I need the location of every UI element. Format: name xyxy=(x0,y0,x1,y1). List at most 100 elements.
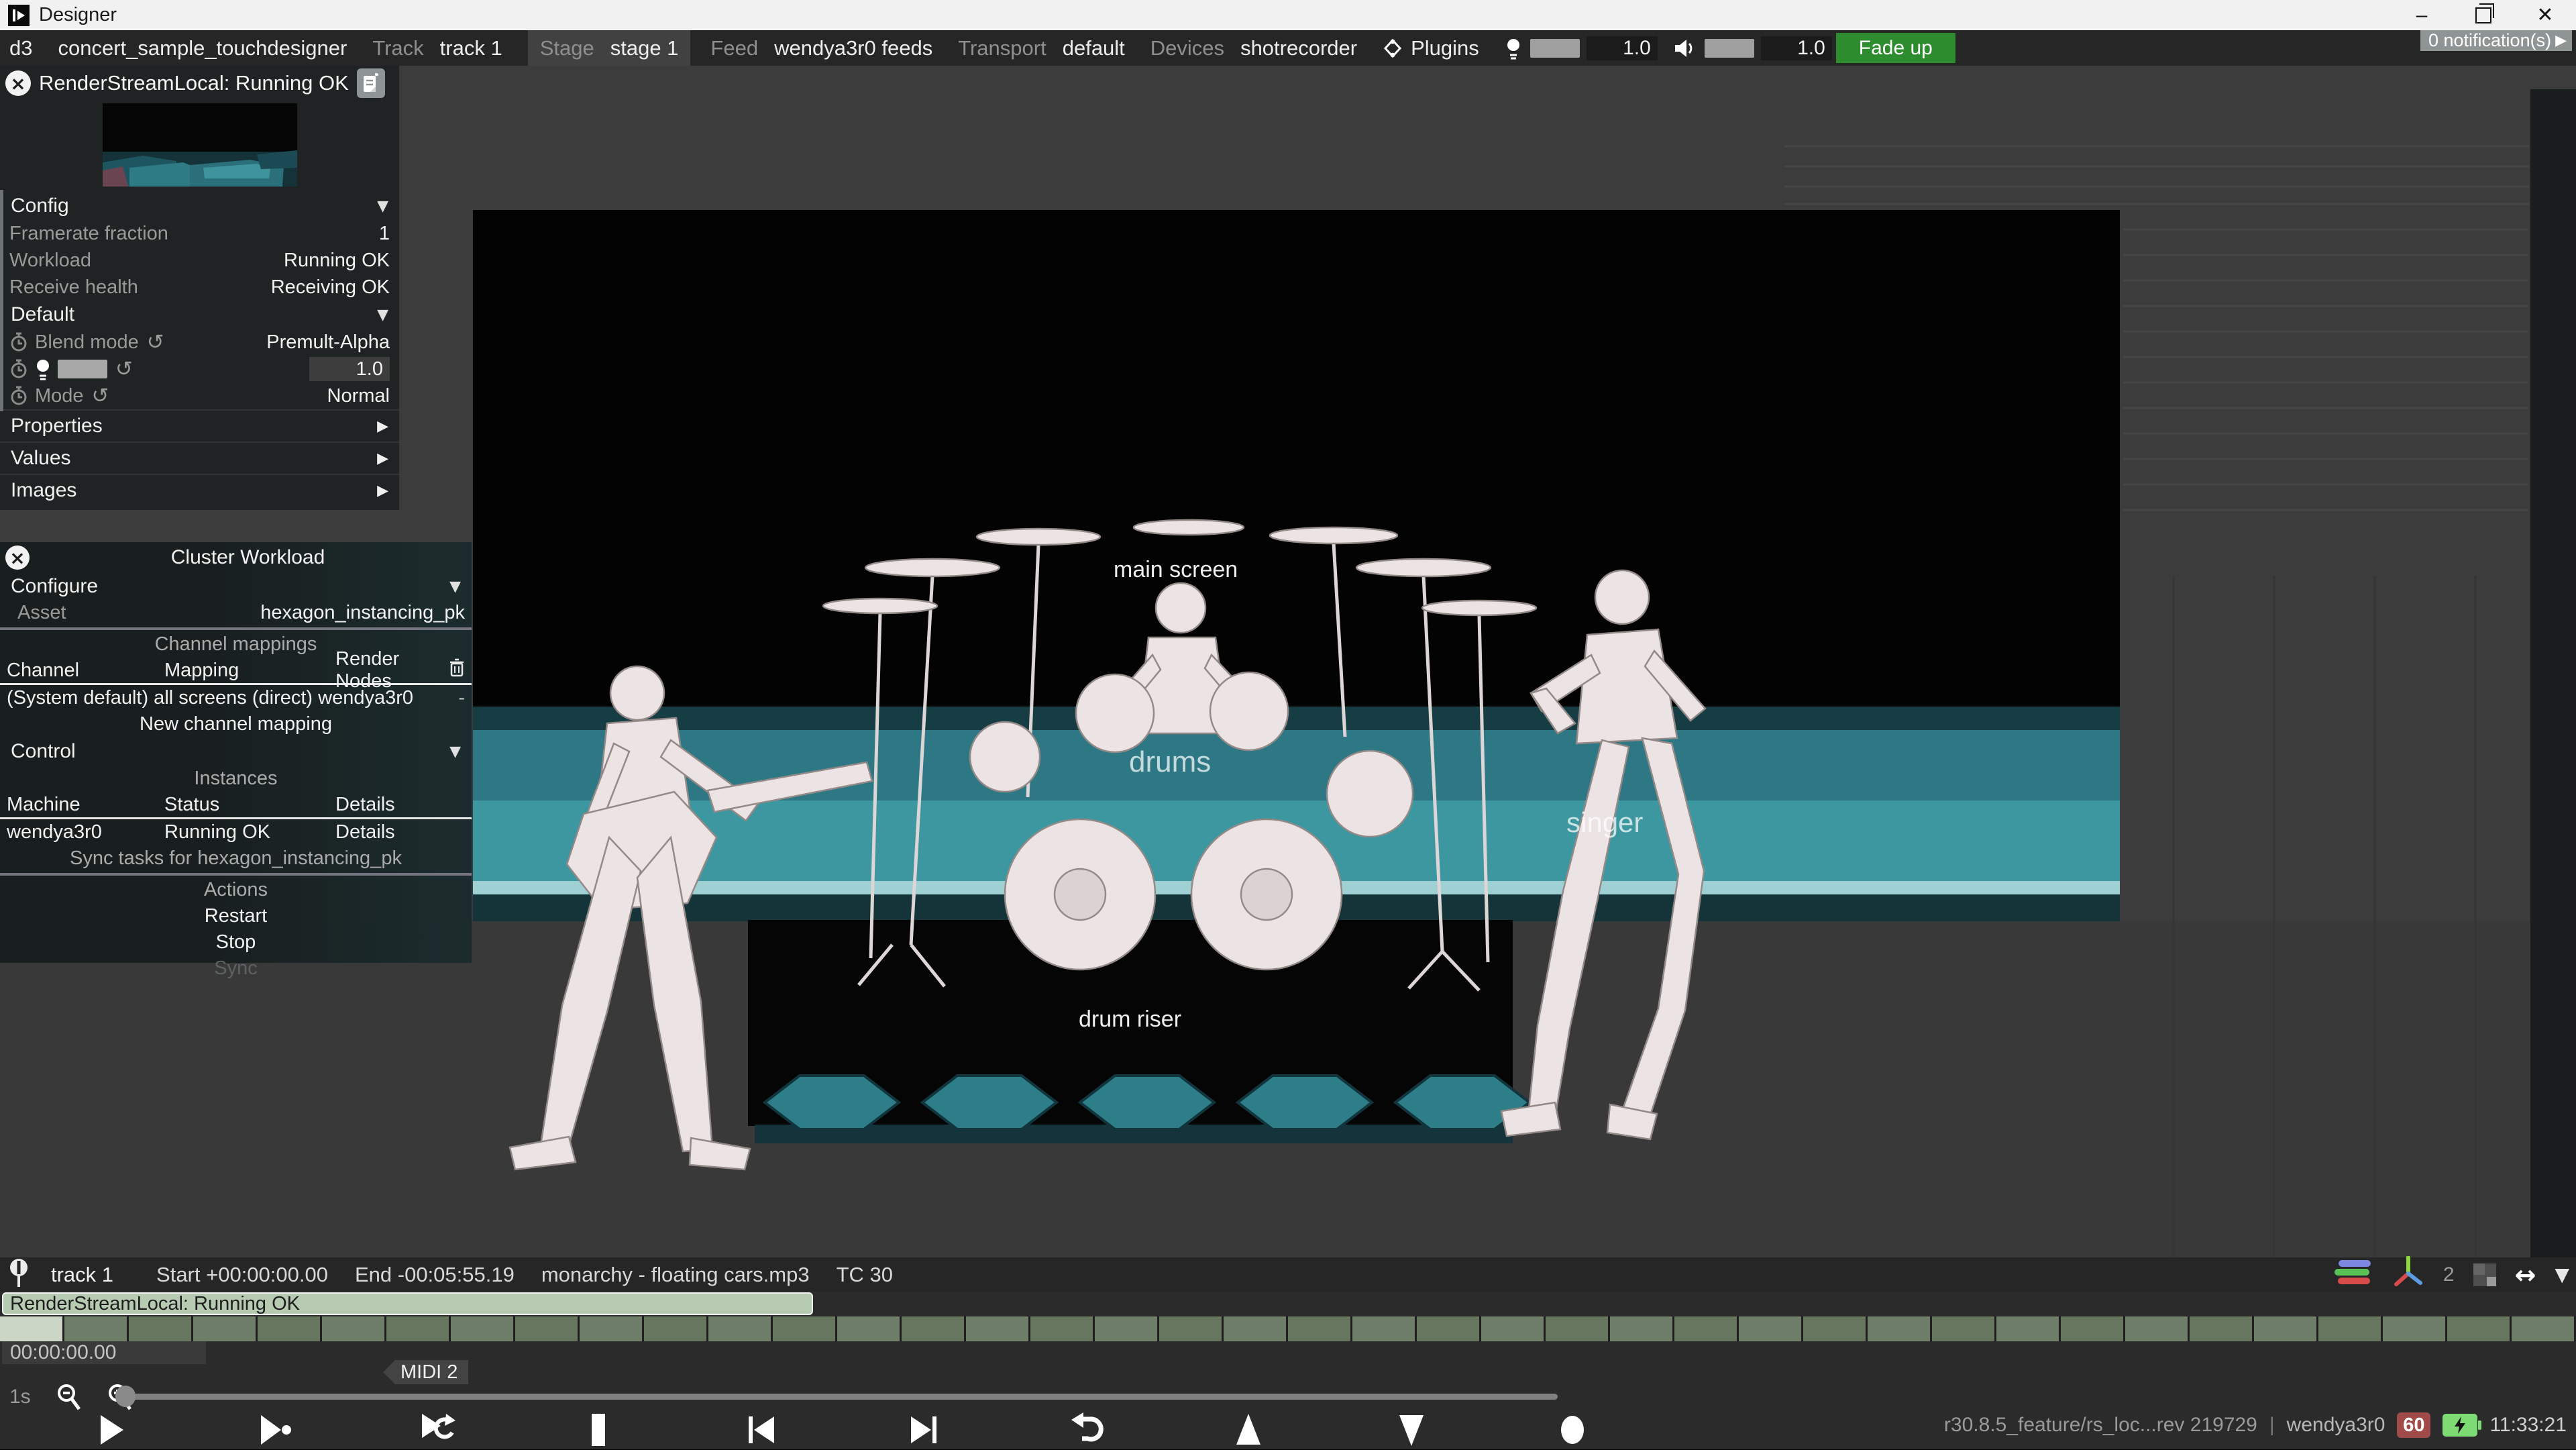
return-to-start-button[interactable] xyxy=(1066,1410,1106,1449)
menu-devices-label[interactable]: Devices xyxy=(1150,36,1224,60)
menu-track-value[interactable]: track 1 xyxy=(440,36,502,60)
timeline-cell[interactable] xyxy=(1996,1316,2061,1341)
timeline-cell[interactable] xyxy=(1095,1316,1159,1341)
asset-value[interactable]: hexagon_instancing_pk xyxy=(260,602,465,624)
timeline-cell[interactable] xyxy=(2190,1316,2254,1341)
main-screen-surface[interactable] xyxy=(473,210,2120,707)
notification-badge[interactable]: 0 notification(s) ▶ xyxy=(2420,30,2572,51)
zoom-out-icon[interactable] xyxy=(56,1384,82,1410)
keyframe-clock-icon[interactable] xyxy=(9,385,28,407)
timeline-cell[interactable] xyxy=(1674,1316,1739,1341)
fade-up-button[interactable]: Fade up xyxy=(1836,33,1955,63)
timeline-cell[interactable] xyxy=(1803,1316,1868,1341)
timeline-cell[interactable] xyxy=(2318,1316,2383,1341)
menu-feed-value[interactable]: wendya3r0 feeds xyxy=(774,36,932,60)
track-start[interactable]: Start +00:00:00.00 xyxy=(156,1263,328,1287)
loop-play-button[interactable] xyxy=(415,1410,455,1449)
timeline-cell[interactable] xyxy=(515,1316,580,1341)
timeline-cell[interactable] xyxy=(2061,1316,2125,1341)
volume-slider[interactable] xyxy=(1705,39,1754,58)
panel-scrollbar[interactable] xyxy=(0,190,3,411)
stop-button[interactable]: Stop xyxy=(0,929,472,955)
trash-icon[interactable] xyxy=(449,658,465,682)
timeline-cell[interactable] xyxy=(1481,1316,1546,1341)
timeline-cell[interactable] xyxy=(902,1316,966,1341)
images-link[interactable]: Images▶ xyxy=(0,474,399,506)
nudge-up-button[interactable] xyxy=(1228,1410,1269,1449)
nudge-down-button[interactable] xyxy=(1391,1410,1432,1449)
values-link[interactable]: Values▶ xyxy=(0,442,399,474)
timeline-cell[interactable] xyxy=(2512,1316,2576,1341)
renderstream-preview-thumbnail[interactable] xyxy=(103,103,297,187)
timeline-cell[interactable] xyxy=(1932,1316,1996,1341)
reset-icon[interactable]: ↺ xyxy=(147,330,164,354)
timeline-cell[interactable] xyxy=(644,1316,708,1341)
panel-close-icon[interactable]: × xyxy=(5,546,30,570)
timeline-cell[interactable] xyxy=(966,1316,1030,1341)
panel-close-icon[interactable]: × xyxy=(5,70,31,96)
previous-section-button[interactable] xyxy=(741,1410,781,1449)
layers-icon[interactable] xyxy=(2334,1259,2373,1291)
sync-tasks-label[interactable]: Sync tasks for hexagon_instancing_pk xyxy=(0,845,472,872)
menu-transport-label[interactable]: Transport xyxy=(958,36,1046,60)
record-button[interactable] xyxy=(1552,1410,1593,1449)
next-section-button[interactable] xyxy=(903,1410,943,1449)
volume-value[interactable]: 1.0 xyxy=(1761,36,1832,60)
track-audio-file[interactable]: monarchy - floating cars.mp3 xyxy=(541,1263,810,1287)
menu-d3[interactable]: d3 xyxy=(9,36,32,60)
axis-gizmo-icon[interactable] xyxy=(2392,1256,2424,1294)
default-section-header[interactable]: Default▼ xyxy=(0,301,399,329)
new-channel-mapping-button[interactable]: New channel mapping xyxy=(0,711,472,737)
timeline-cell[interactable] xyxy=(258,1316,322,1341)
minimize-button[interactable]: – xyxy=(2391,0,2453,30)
timeline-cell[interactable] xyxy=(1739,1316,1803,1341)
workload-value[interactable]: Running OK xyxy=(284,250,390,272)
menu-feed-label[interactable]: Feed xyxy=(710,36,758,60)
brightness-slider[interactable] xyxy=(1530,39,1580,58)
track-timecode-format[interactable]: TC 30 xyxy=(837,1263,893,1287)
timeline-cell[interactable] xyxy=(1224,1316,1288,1341)
control-section-header[interactable]: Control▼ xyxy=(0,737,472,766)
timeline-cell[interactable] xyxy=(1868,1316,1932,1341)
menu-stage-selected[interactable]: Stage stage 1 xyxy=(528,30,691,66)
menu-stage-value[interactable]: stage 1 xyxy=(610,36,679,60)
restore-button[interactable] xyxy=(2453,0,2514,30)
collapse-timeline-icon[interactable]: ▼ xyxy=(2555,1263,2569,1286)
close-button[interactable]: ✕ xyxy=(2514,0,2576,30)
timeline-ruler[interactable] xyxy=(0,1316,2576,1341)
renderstream-status-bar[interactable]: RenderStreamLocal: Running OK xyxy=(2,1292,813,1315)
receive-health-value[interactable]: Receiving OK xyxy=(271,276,390,299)
keyframe-clock-icon[interactable] xyxy=(9,331,28,353)
restart-button[interactable]: Restart xyxy=(0,903,472,929)
midi-note-tag[interactable]: MIDI 2 xyxy=(383,1360,468,1384)
configure-section-header[interactable]: Configure▼ xyxy=(0,573,472,600)
menu-project[interactable]: concert_sample_touchdesigner xyxy=(58,36,347,60)
mode-value[interactable]: Normal xyxy=(327,385,390,407)
fit-width-icon[interactable]: ↔ xyxy=(2515,1260,2536,1290)
timeline-cell[interactable] xyxy=(2447,1316,2512,1341)
timeline-cell[interactable] xyxy=(386,1316,451,1341)
panel-brightness-value[interactable]: 1.0 xyxy=(309,357,390,381)
timeline-cell[interactable] xyxy=(837,1316,902,1341)
framerate-fraction-value[interactable]: 1 xyxy=(379,223,390,245)
timeline-cell[interactable] xyxy=(1610,1316,1674,1341)
timeline-cell[interactable] xyxy=(451,1316,515,1341)
timeline-cell[interactable] xyxy=(1030,1316,1095,1341)
timeline-zoom-slider[interactable] xyxy=(131,1394,1558,1400)
timeline-cell[interactable] xyxy=(1417,1316,1481,1341)
config-section-header[interactable]: Config▼ xyxy=(0,192,399,220)
timeline-cell[interactable] xyxy=(773,1316,837,1341)
timeline-cell[interactable] xyxy=(1546,1316,1610,1341)
timeline-cell[interactable] xyxy=(129,1316,193,1341)
panel-brightness-slider[interactable] xyxy=(58,360,107,378)
instance-details-link[interactable]: Details xyxy=(335,821,465,843)
remove-mapping-button[interactable]: - xyxy=(458,687,465,709)
timeline-cell[interactable] xyxy=(64,1316,129,1341)
brightness-value[interactable]: 1.0 xyxy=(1587,36,1658,60)
reset-icon[interactable]: ↺ xyxy=(115,357,133,381)
properties-link[interactable]: Properties▶ xyxy=(0,409,399,442)
timeline-cell[interactable] xyxy=(2125,1316,2190,1341)
reset-icon[interactable]: ↺ xyxy=(92,384,109,408)
timeline-cell[interactable] xyxy=(580,1316,644,1341)
timeline-cell[interactable] xyxy=(0,1316,64,1341)
